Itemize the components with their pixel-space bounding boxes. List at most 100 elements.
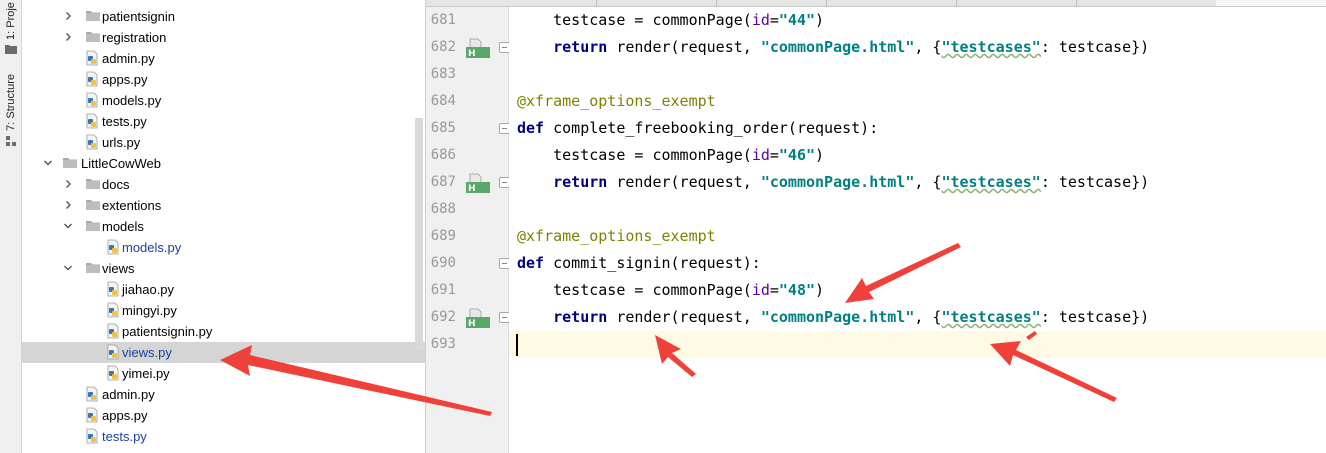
tree-file-row[interactable]: mingyi.py [22,300,425,321]
override-marker-icon[interactable]: H [466,173,490,194]
editor-tab-active[interactable] [1216,0,1326,6]
editor-tab[interactable] [1076,0,1217,6]
line-number: 684 [430,93,456,109]
tree-folder-row[interactable]: docs [22,174,425,195]
tree-file-row[interactable]: yimei.py [22,363,425,384]
line-number: 692 [430,309,456,325]
tree-file-row[interactable]: jiahao.py [22,279,425,300]
tree-item-label: views [102,261,135,276]
project-tool-tab[interactable]: 1: Project [0,2,21,54]
python-file-icon [106,302,122,318]
editor-tab[interactable] [956,0,1077,6]
code-line[interactable]: return render(request, "commonPage.html"… [509,304,1326,331]
code-token: = [769,11,779,29]
editor-gutter[interactable]: 681 682 H 683 684 685 686 687 H 688 689 690 691 692 H 6… [426,7,510,453]
tree-item-label: yimei.py [122,366,170,381]
tree-item-label: admin.py [102,387,155,402]
chevron-down-icon[interactable] [62,220,74,232]
project-tree: patientsignin registration admin.py apps.py… [22,0,426,453]
python-file-icon [106,365,122,381]
tree-file-row[interactable]: admin.py [22,384,425,405]
tree-item-label: registration [102,30,167,45]
chevron-right-icon[interactable] [62,31,74,43]
tree-item-label: tests.py [102,429,147,444]
tree-file-row[interactable]: models.py [22,90,425,111]
editor-tab[interactable] [486,0,597,6]
code-token: def [517,254,545,272]
code-line[interactable] [509,331,1326,358]
editor-tab[interactable] [596,0,717,6]
tree-file-row[interactable]: models.py [22,237,425,258]
chevron-right-icon[interactable] [62,199,74,211]
code-line[interactable]: def complete_freebooking_order(request): [509,115,1326,142]
tree-item-label: models [102,219,144,234]
editor-tab[interactable] [826,0,957,6]
tree-file-row[interactable]: apps.py [22,69,425,90]
code-token: return [553,38,608,56]
tree-file-row[interactable]: urls.py [22,132,425,153]
code-token: "commonPage.html" [760,38,915,56]
code-line[interactable]: return render(request, "commonPage.html"… [509,34,1326,61]
tree-file-row[interactable]: admin.py [22,48,425,69]
tree-file-row[interactable]: tests.py [22,426,425,447]
tree-file-row[interactable]: apps.py [22,405,425,426]
structure-tool-tab[interactable]: 7: Structure [0,74,21,147]
code-token: render(request, [607,173,761,191]
python-file-icon [106,239,122,255]
tree-file-row[interactable]: views.py [22,342,425,363]
code-token: "46" [778,146,816,164]
code-token: "testcases" [941,38,1041,56]
tree-item-label: views.py [122,345,172,360]
tree-item-label: LittleCowWeb [81,156,161,171]
code-line[interactable]: testcase = commonPage(id="46") [509,142,1326,169]
line-number: 683 [430,66,456,82]
code-token: complete_freebooking_order(request): [544,119,879,137]
tree-scrollbar[interactable] [415,118,423,350]
code-line[interactable]: return render(request, "commonPage.html"… [509,169,1326,196]
editor-tab-strip[interactable] [426,0,1326,7]
code-line[interactable] [509,196,1326,223]
code-token: = [769,146,779,164]
python-file-icon [85,113,101,129]
tree-folder-row[interactable]: patientsignin [22,6,425,27]
code-line[interactable]: @xframe_options_exempt [509,88,1326,115]
tree-file-row[interactable]: patientsignin.py [22,321,425,342]
line-number: 688 [430,201,456,217]
project-tab-label: 1: Project [4,2,17,40]
tree-folder-row[interactable]: models [22,216,425,237]
python-file-icon [85,428,101,444]
code-line[interactable]: testcase = commonPage(id="48") [509,277,1326,304]
chevron-down-icon[interactable] [62,262,74,274]
code-line[interactable]: def commit_signin(request): [509,250,1326,277]
code-line[interactable] [509,61,1326,88]
code-editor[interactable]: testcase = commonPage(id="44") return re… [509,7,1326,453]
tree-item-label: docs [102,177,130,192]
editor-tab[interactable] [716,0,827,6]
tree-folder-row[interactable]: registration [22,27,425,48]
override-marker-icon[interactable]: H [466,38,490,59]
python-file-icon [85,92,101,108]
code-token: "testcases" [941,308,1041,326]
tree-item-label: tests.py [102,114,147,129]
tree-folder-row[interactable]: views [22,258,425,279]
chevron-down-icon[interactable] [42,157,54,169]
code-line[interactable]: @xframe_options_exempt [509,223,1326,250]
chevron-right-icon[interactable] [62,178,74,190]
code-line[interactable]: testcase = commonPage(id="44") [509,7,1326,34]
code-token: = [769,281,779,299]
tree-folder-row[interactable]: LittleCowWeb [22,153,425,174]
svg-text:H: H [468,49,476,58]
code-token: render(request, [607,308,761,326]
code-token: , { [914,308,942,326]
tree-folder-row[interactable]: extentions [22,195,425,216]
tree-file-row[interactable]: tests.py [22,111,425,132]
chevron-right-icon[interactable] [62,10,74,22]
python-file-icon [106,281,122,297]
tree-item-label: mingyi.py [122,303,177,318]
folder-icon [85,218,101,234]
code-token: id [751,11,770,29]
tree-item-label: admin.py [102,51,155,66]
override-marker-icon[interactable]: H [466,308,490,329]
